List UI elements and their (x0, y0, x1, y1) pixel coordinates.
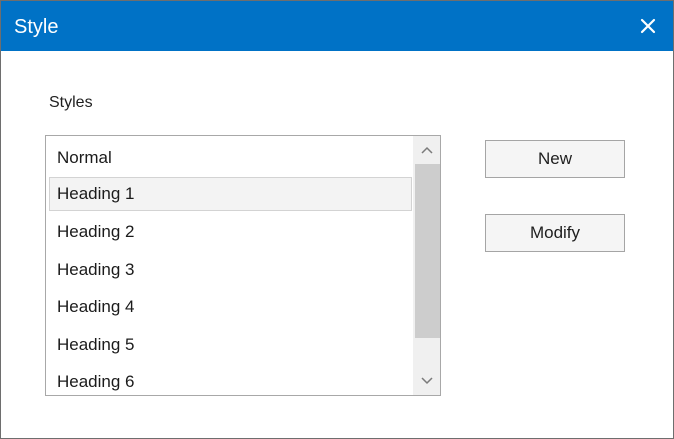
list-item-heading-1[interactable]: Heading 1 (49, 177, 412, 211)
list-item-heading-4[interactable]: Heading 4 (49, 290, 412, 324)
list-item-heading-3[interactable]: Heading 3 (49, 253, 412, 287)
list-item-normal[interactable]: Normal (49, 141, 412, 175)
styles-scrollbar[interactable] (413, 136, 440, 395)
scroll-down-button[interactable] (413, 367, 440, 395)
styles-list: Normal Heading 1 Heading 2 Heading 3 Hea… (46, 136, 413, 395)
scroll-up-button[interactable] (413, 136, 440, 164)
styles-label: Styles (49, 94, 93, 111)
list-item-heading-5[interactable]: Heading 5 (49, 328, 412, 362)
style-dialog: Style Styles Normal Heading 1 Heading 2 … (0, 0, 674, 439)
close-icon (640, 18, 656, 34)
list-item-heading-2[interactable]: Heading 2 (49, 215, 412, 249)
scroll-thumb[interactable] (415, 164, 440, 338)
chevron-up-icon (420, 146, 433, 154)
styles-listbox[interactable]: Normal Heading 1 Heading 2 Heading 3 Hea… (45, 135, 441, 396)
close-button[interactable] (633, 11, 663, 41)
dialog-title: Style (14, 16, 59, 38)
list-item-heading-6[interactable]: Heading 6 (49, 365, 412, 395)
title-bar: Style (1, 1, 673, 51)
new-button[interactable]: New (485, 140, 625, 178)
chevron-down-icon (420, 377, 433, 385)
modify-button[interactable]: Modify (485, 214, 625, 252)
